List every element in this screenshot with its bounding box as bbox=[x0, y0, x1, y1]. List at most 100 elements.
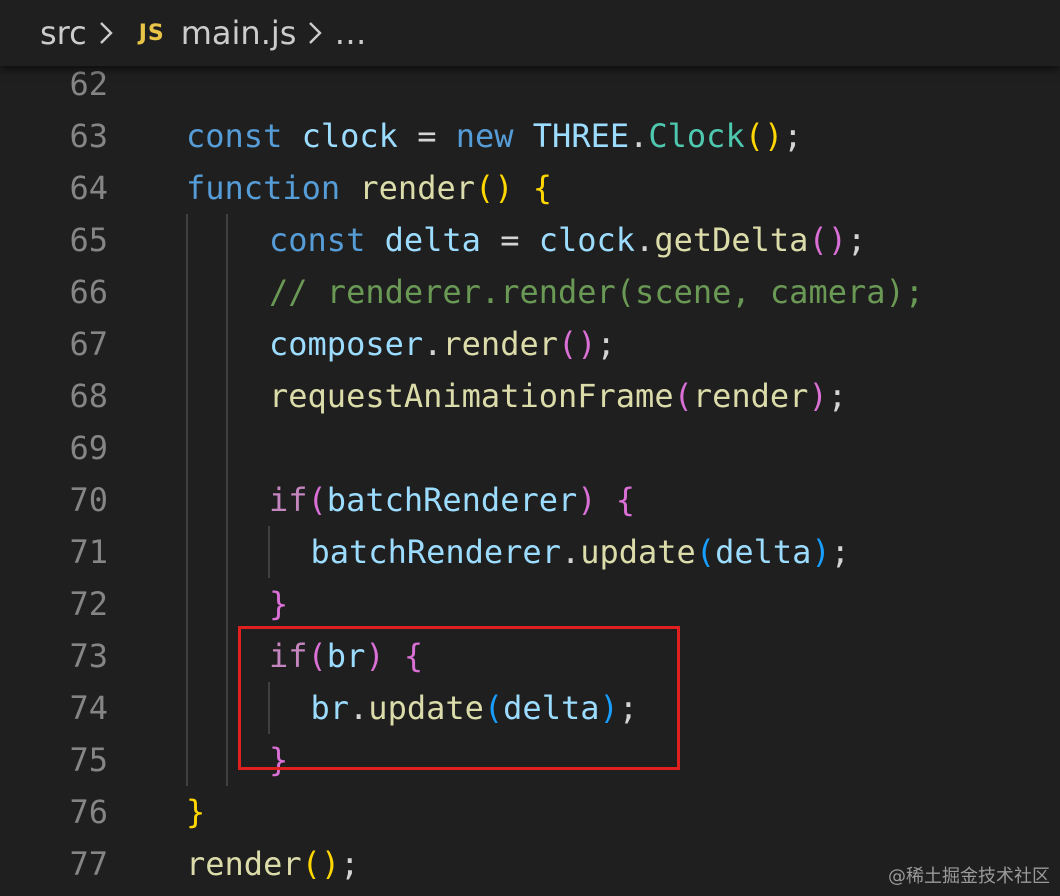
line-number[interactable]: 66 bbox=[0, 266, 108, 318]
code-token: update bbox=[580, 533, 696, 571]
code-token: getDelta bbox=[654, 221, 809, 259]
breadcrumb-folder[interactable]: src bbox=[40, 14, 87, 52]
line-number[interactable]: 70 bbox=[0, 474, 108, 526]
code-token: render bbox=[692, 377, 809, 415]
breadcrumb-symbols[interactable]: … bbox=[334, 14, 366, 52]
line-number[interactable]: 76 bbox=[0, 786, 108, 838]
line-number[interactable]: 68 bbox=[0, 370, 108, 422]
code-token: render bbox=[186, 845, 302, 883]
code-token: = bbox=[480, 221, 539, 259]
code-token: () bbox=[301, 845, 341, 883]
code-text: composer.render(); bbox=[269, 318, 616, 370]
code-token: batchRenderer bbox=[310, 533, 561, 571]
code-token: } bbox=[269, 585, 289, 623]
line-number[interactable]: 72 bbox=[0, 578, 108, 630]
code-text: } bbox=[269, 578, 288, 630]
code-line[interactable]: 64 function render() { bbox=[0, 162, 1060, 214]
code-text: } bbox=[186, 786, 205, 838]
code-token: // renderer.render(scene, camera); bbox=[269, 273, 925, 311]
code-text: const delta = clock.getDelta(); bbox=[269, 214, 866, 266]
line-number[interactable]: 67 bbox=[0, 318, 108, 370]
code-line[interactable]: 63 const clock = new THREE.Clock(); bbox=[0, 110, 1060, 162]
code-token: if bbox=[269, 481, 308, 519]
code-token: { bbox=[615, 481, 636, 519]
code-token: requestAnimationFrame bbox=[269, 377, 674, 415]
code-text: function render() { bbox=[186, 162, 552, 214]
code-token: ) bbox=[808, 377, 828, 415]
line-number[interactable]: 69 bbox=[0, 422, 108, 474]
code-token: const bbox=[269, 221, 366, 259]
code-line[interactable]: 70 if(batchRenderer) { bbox=[0, 474, 1060, 526]
line-number[interactable]: 77 bbox=[0, 838, 108, 890]
code-line[interactable]: 66 // renderer.render(scene, camera); bbox=[0, 266, 1060, 318]
code-token: ; bbox=[830, 533, 850, 571]
code-text: const clock = new THREE.Clock(); bbox=[186, 110, 803, 162]
code-token: { bbox=[532, 169, 553, 207]
code-token: . bbox=[629, 117, 649, 155]
code-token: ( bbox=[307, 481, 327, 519]
breadcrumb: src JS main.js … bbox=[0, 0, 1060, 66]
code-token: clock bbox=[538, 221, 636, 259]
code-token: render bbox=[442, 325, 558, 363]
chevron-right-icon bbox=[296, 13, 334, 53]
breadcrumb-file[interactable]: main.js bbox=[181, 14, 297, 52]
code-token: . bbox=[635, 221, 655, 259]
code-line[interactable]: 71 batchRenderer.update(delta); bbox=[0, 526, 1060, 578]
code-line[interactable]: 67 composer.render(); bbox=[0, 318, 1060, 370]
code-token: . bbox=[560, 533, 581, 571]
code-line[interactable]: 76} bbox=[0, 786, 1060, 838]
line-number[interactable]: 65 bbox=[0, 214, 108, 266]
code-token: ; bbox=[846, 221, 867, 259]
code-token: () bbox=[808, 221, 847, 259]
code-token: ; bbox=[783, 117, 803, 155]
code-token: ; bbox=[596, 325, 616, 363]
code-token: composer bbox=[269, 325, 424, 363]
code-token: () bbox=[557, 325, 597, 363]
watermark: @稀土掘金技术社区 bbox=[888, 866, 1050, 887]
code-editor-window: src JS main.js … 62 63 const clock = new T… bbox=[0, 0, 1060, 896]
code-token: batchRenderer bbox=[326, 481, 578, 519]
code-line[interactable]: 65 const delta = clock.getDelta(); bbox=[0, 214, 1060, 266]
code-token: . bbox=[423, 325, 443, 363]
highlight-box bbox=[238, 626, 680, 770]
code-token: delta bbox=[715, 533, 812, 571]
line-number[interactable]: 74 bbox=[0, 682, 108, 734]
code-token: = bbox=[397, 117, 456, 155]
code-token: ) bbox=[577, 481, 597, 519]
code-token: clock bbox=[301, 117, 398, 155]
code-line[interactable]: 72} bbox=[0, 578, 1060, 630]
code-token: Clock bbox=[648, 117, 745, 155]
code-token: ; bbox=[340, 845, 360, 883]
line-number[interactable]: 63 bbox=[0, 110, 108, 162]
code-text: // renderer.render(scene, camera); bbox=[269, 266, 924, 318]
code-text: if(batchRenderer) { bbox=[269, 474, 635, 526]
code-text: requestAnimationFrame(render); bbox=[269, 370, 847, 422]
code-line[interactable]: 69 bbox=[0, 422, 1060, 474]
code-token: } bbox=[186, 793, 206, 831]
line-number[interactable]: 71 bbox=[0, 526, 108, 578]
code-text: batchRenderer.update(delta); bbox=[311, 526, 850, 578]
code-token: ( bbox=[695, 533, 716, 571]
code-token: delta bbox=[384, 221, 481, 259]
code-token: ) bbox=[811, 533, 831, 571]
javascript-file-icon: JS bbox=[138, 20, 165, 46]
code-area[interactable]: 62 63 const clock = new THREE.Clock(); 64 fu… bbox=[0, 58, 1060, 896]
line-number[interactable]: 75 bbox=[0, 734, 108, 786]
code-token: () bbox=[474, 169, 514, 207]
code-token: const bbox=[186, 117, 283, 155]
code-token: () bbox=[744, 117, 784, 155]
code-token: THREE bbox=[532, 117, 630, 155]
code-token: ; bbox=[827, 377, 847, 415]
code-token: new bbox=[455, 117, 514, 155]
code-token: ( bbox=[673, 377, 693, 415]
code-text: render(); bbox=[186, 838, 359, 890]
line-number[interactable]: 73 bbox=[0, 630, 108, 682]
code-token: render bbox=[359, 169, 475, 207]
code-line[interactable]: 68 requestAnimationFrame(render); bbox=[0, 370, 1060, 422]
line-number[interactable]: 64 bbox=[0, 162, 108, 214]
